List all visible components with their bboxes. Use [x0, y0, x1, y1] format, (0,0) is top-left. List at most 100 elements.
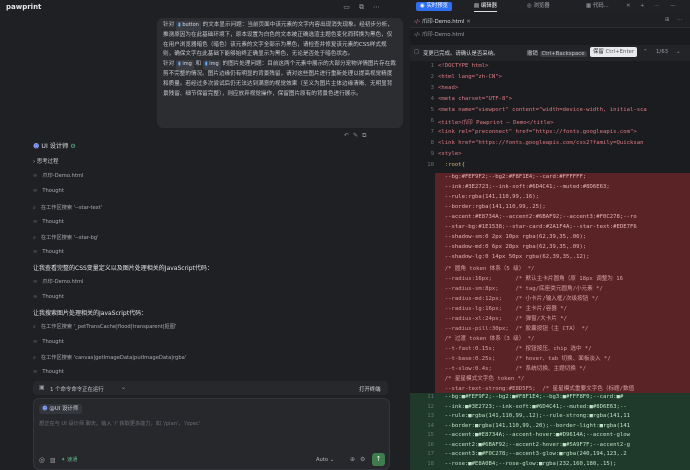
more-icon[interactable]: ⋯: [654, 2, 659, 11]
thought-icon: ∞: [33, 339, 38, 345]
log-item[interactable]: ⌕ 在工作区搜索 'canvas|getImageData|putImageDat…: [33, 354, 186, 362]
chat-pane: pawprint ⌄ ▭ ⧉ ⋯ 针对 ▮ button 的文本显示问题：当前页…: [0, 0, 410, 470]
thought-icon: ∞: [33, 294, 38, 300]
log-item[interactable]: ∞ Thought: [33, 249, 64, 255]
open-terminal-button[interactable]: 打开终端: [359, 385, 381, 393]
log-item[interactable]: ∞ Thought: [33, 369, 64, 375]
undo-button[interactable]: 撤销 Ctrl+Backspace: [527, 49, 587, 57]
chat-input[interactable]: ☻ @UI 设计师 想正在与 UI 设计师 聊天。输入 '/' 获取更多能力，如…: [33, 398, 390, 470]
top-tab-bar: ◉ 实时预览 ▤ 编辑器 ◎ 浏览器 ▦ 代码... ✕ + ⋯ —: [410, 0, 690, 13]
minimize-icon[interactable]: —: [670, 2, 675, 11]
log-item[interactable]: ⌕ 在工作区搜索 '_petTransCache|flood|transparen…: [33, 323, 176, 331]
copy-icon[interactable]: ⧉: [362, 132, 370, 139]
tab-editor[interactable]: ▤ 编辑器: [474, 2, 497, 12]
code-editor[interactable]: 1 2 3 4 5 6 7 8 9 10 <!DOCTYPE html> <ht…: [410, 61, 690, 470]
running-command-bar: ▣ 1 个命令命令正在运行 ⌄ 打开终端: [33, 381, 388, 395]
image-icon[interactable]: ▨: [50, 457, 56, 464]
more-icon[interactable]: ⋯: [677, 17, 682, 23]
deleted-code-line: --radius-xl:24px; /* 弹窗/大卡片 */: [438, 316, 568, 322]
code-line: <title>爪印 Pawprint — Demo</title>: [438, 120, 554, 126]
element-chip-img-1[interactable]: ▮ img: [175, 60, 194, 70]
sidebar-toggle-icon[interactable]: ▭: [342, 3, 351, 12]
at-icon[interactable]: @: [39, 457, 45, 464]
eye-icon: ◉: [420, 3, 425, 9]
diff-message: 变更已完成。请确认是否采纳。: [423, 51, 499, 57]
chevron-down-icon[interactable]: ⌄: [34, 3, 39, 10]
close-icon[interactable]: ✕: [626, 2, 631, 11]
mention-chip[interactable]: ☻ @UI 设计师: [39, 404, 82, 414]
thought-icon: ∞: [33, 219, 38, 225]
link-icon: ∞: [33, 173, 38, 179]
code-line: <meta charset="UTF-8">: [438, 96, 513, 102]
line-number: 12: [427, 403, 434, 410]
line-number: 17: [427, 451, 434, 457]
next-change-icon[interactable]: ⌄: [676, 49, 681, 55]
added-code-line: --accent2:■#6BAF92;--accent2-hover:■#5A9…: [438, 441, 630, 448]
log-item[interactable]: ∞ 爪印-Demo.html: [33, 278, 83, 285]
file-icon: ▦: [586, 3, 592, 9]
log-item[interactable]: ∞ 爪印-Demo.html: [33, 172, 83, 179]
attach-icon[interactable]: ⊕: [350, 456, 355, 463]
log-item[interactable]: ∞ Thought: [33, 294, 64, 300]
link-icon: ∞: [33, 279, 38, 285]
log-item[interactable]: ⌕ 在工作区搜索 '--star-bg': [33, 234, 98, 242]
tab-icon[interactable]: ⧉: [357, 3, 366, 12]
added-code-line: --rose:■#E8A0B4;--rose-glow:■rgba(232,16…: [438, 460, 617, 467]
added-code-line: --bg:■#FEF9F2;--bg2:■#F8F1E4;--bg3:■#FFF…: [438, 394, 624, 400]
deleted-code-line: --shadow-lg:0 14px 50px rgba(62,39,35,.1…: [438, 254, 590, 260]
agent-message: 让我搜索图片处理相关的JavaScript代码：: [33, 310, 148, 317]
tab-live-preview[interactable]: ◉ 实时预览: [416, 2, 453, 11]
tab-browser[interactable]: ◎ 浏览器: [527, 2, 550, 11]
user-message-para-1: 针对 ▮ button 的文本显示问题：当前页面中该元素的文字内容出现消失现象。…: [163, 21, 393, 58]
deleted-code-line: --radius-md:12px; /* 小卡片/输入框/次级按钮 */: [438, 296, 599, 302]
line-number: 3: [430, 85, 434, 91]
code-icon: ▤: [474, 3, 480, 9]
thinking-toggle[interactable]: › 思考过程: [33, 157, 58, 165]
deleted-code-line: --rule:rgba(141,110,99,.16);: [438, 194, 540, 200]
prev-change-icon[interactable]: ⌃: [643, 49, 648, 55]
edit-icon[interactable]: ✎: [353, 132, 362, 139]
agent-avatar-icon: ☻: [33, 143, 40, 150]
settings-icon[interactable]: ⚙: [360, 456, 365, 463]
log-item[interactable]: ∞ Thought: [33, 339, 64, 345]
element-chip-button[interactable]: ▮ button: [175, 21, 201, 31]
deleted-code-line: --border:rgba(141,110,99,.25);: [438, 204, 546, 210]
added-code-line: --border:■rgba(141,110,99,.20);--border-…: [438, 422, 630, 429]
line-number: 2: [430, 74, 434, 80]
code-line: :root{: [438, 162, 465, 168]
line-number: 7: [430, 129, 434, 135]
model-selector[interactable]: Auto ⌄: [316, 457, 334, 463]
code-line: <link href="https://fonts.googleapis.com…: [438, 140, 644, 146]
split-icon[interactable]: ⊞: [665, 17, 670, 23]
send-button[interactable]: ↑: [372, 453, 385, 466]
line-number: 10: [427, 162, 434, 168]
deleted-code-line: --radius:16px; /* 默认主卡片圆角（原 18px 调整为 16: [438, 276, 623, 282]
element-chip-img-2[interactable]: ▮ img: [202, 60, 221, 70]
added-code-line: --ink:■#3E2723;--ink-soft:■#6D4C41;--mut…: [438, 403, 627, 410]
deleted-code-line: --shadow-sm:0 2px 10px rgba(62,39,35,.06…: [438, 234, 587, 240]
file-tab[interactable]: ‹/› 爪印-Demo.html ✕: [414, 17, 471, 25]
breadcrumb[interactable]: ‹/› 爪印-Demo.html: [414, 30, 464, 38]
undo-icon[interactable]: ↶: [344, 132, 353, 139]
chevron-down-icon[interactable]: ⌄: [121, 384, 126, 391]
added-code-line: --accent3:■#F0C278;--accent3-glow:■rgba(…: [438, 451, 627, 457]
more-icon[interactable]: ⋯: [372, 3, 381, 12]
mode-selector[interactable]: ✦ 速通: [61, 456, 77, 463]
deleted-code-line: --radius-sm:8px; /* tag/底座类元圆角/小元素 */: [438, 286, 603, 292]
tab-code[interactable]: ▦ 代码...: [586, 2, 609, 11]
deleted-code-line: /* 过渡 token 体系（3 级） */: [438, 336, 535, 342]
line-number: 14: [427, 422, 434, 429]
log-item[interactable]: ∞ Thought: [33, 219, 64, 225]
log-item[interactable]: ⌕ 在工作区搜索 '--star-text': [33, 204, 102, 212]
close-icon: ✕: [466, 19, 471, 25]
diff-icon: ▢: [414, 49, 420, 55]
added-code-line: --accent:■#E8734A;--accent-hover:■#D9614…: [438, 432, 630, 438]
keep-button[interactable]: 保留 Ctrl+Enter: [590, 47, 638, 57]
agent-name: UI 设计师: [41, 143, 69, 150]
code-line: <!DOCTYPE html>: [438, 63, 489, 69]
editor-pane: ◉ 实时预览 ▤ 编辑器 ◎ 浏览器 ▦ 代码... ✕ + ⋯ — ‹/› 爪…: [410, 0, 690, 470]
search-icon: ⌕: [33, 324, 36, 330]
log-item[interactable]: ∞ Thought: [33, 188, 64, 194]
deleted-code-line: --accent:#E8734A;--accent2:#6BAF92;--acc…: [438, 214, 637, 220]
add-tab-icon[interactable]: +: [640, 2, 645, 11]
